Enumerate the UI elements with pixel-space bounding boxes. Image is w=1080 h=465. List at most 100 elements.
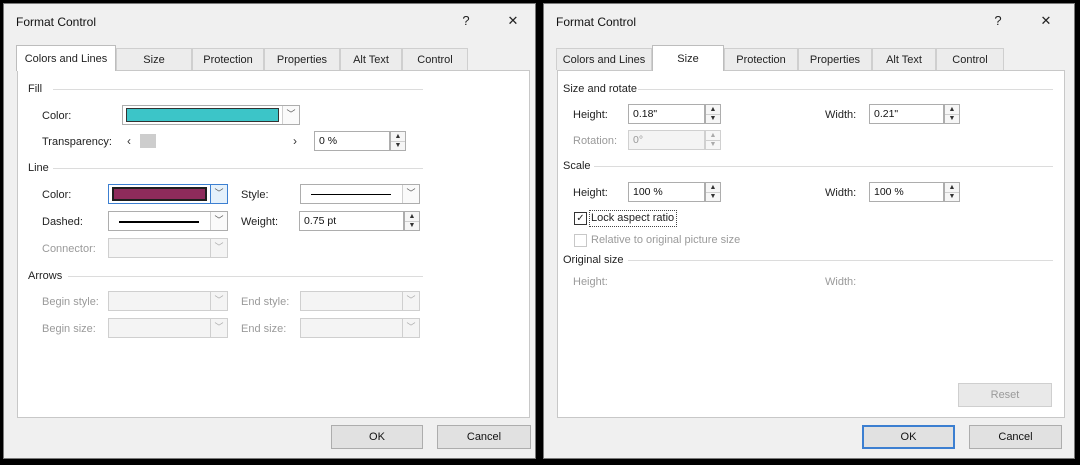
transparency-label: Transparency: [42, 136, 112, 148]
scale-height-label: Height: [573, 187, 608, 199]
line-style-sample [311, 194, 391, 195]
lock-aspect-ratio-label[interactable]: Lock aspect ratio [591, 212, 674, 224]
tab-panel-colors-and-lines: Fill Color: ﹀ Transparency: ‹ › 0 % ▲ ▼ … [17, 70, 530, 418]
begin-style-dropdown: ﹀ [108, 291, 228, 311]
line-weight-input[interactable]: 0.75 pt [299, 211, 404, 231]
size-rotate-section-label: Size and rotate [563, 83, 637, 95]
size-rotate-separator [638, 89, 1053, 90]
help-button[interactable]: ? [454, 10, 478, 32]
begin-size-dropdown: ﹀ [108, 318, 228, 338]
dialog-title: Format Control [556, 15, 637, 29]
help-button[interactable]: ? [986, 10, 1010, 32]
line-color-label: Color: [42, 189, 72, 201]
scroll-left-icon[interactable]: ‹ [122, 132, 136, 150]
original-size-separator [628, 260, 1053, 261]
connector-label: Connector: [42, 243, 96, 255]
lock-aspect-ratio-checkbox[interactable]: ✓ [574, 212, 587, 225]
line-style-dropdown[interactable]: ﹀ [300, 184, 420, 204]
line-dashed-sample [119, 221, 199, 223]
rotation-input: 0° [628, 130, 705, 150]
tab-alt-text[interactable]: Alt Text [872, 48, 936, 70]
tab-colors-and-lines[interactable]: Colors and Lines [16, 45, 116, 71]
tab-colors-and-lines[interactable]: Colors and Lines [556, 48, 652, 70]
original-size-section-label: Original size [563, 254, 624, 266]
reset-button: Reset [958, 383, 1052, 407]
ok-button[interactable]: OK [862, 425, 955, 449]
original-height-label: Height: [573, 276, 608, 288]
close-button[interactable]: ✕ [501, 10, 525, 32]
fill-separator [53, 89, 423, 90]
size-width-label: Width: [825, 109, 857, 121]
arrows-separator [68, 276, 423, 277]
ok-button[interactable]: OK [331, 425, 423, 449]
transparency-spinner[interactable]: ▲ ▼ [390, 131, 406, 151]
tab-properties[interactable]: Properties [798, 48, 872, 70]
size-height-label: Height: [573, 109, 608, 121]
spin-down-icon[interactable]: ▼ [706, 114, 720, 123]
chevron-down-icon: ﹀ [402, 292, 419, 310]
tab-panel-size: Size and rotate Height: 0.18" ▲ ▼ Width:… [557, 70, 1065, 418]
spin-down-icon[interactable]: ▼ [945, 114, 959, 123]
chevron-down-icon: ﹀ [402, 319, 419, 337]
spin-down-icon[interactable]: ▼ [391, 141, 405, 150]
scale-width-input[interactable]: 100 % [869, 182, 944, 202]
spin-down-icon[interactable]: ▼ [945, 192, 959, 201]
format-control-dialog-colors-lines: Format Control ? ✕ Colors and Lines Size… [3, 3, 536, 459]
scale-height-input[interactable]: 100 % [628, 182, 705, 202]
fill-color-label: Color: [42, 110, 72, 122]
fill-color-swatch [126, 108, 279, 122]
tab-control[interactable]: Control [402, 48, 468, 70]
original-width-label: Width: [825, 276, 857, 288]
cancel-button[interactable]: Cancel [969, 425, 1062, 449]
tab-size[interactable]: Size [116, 48, 192, 70]
tab-protection[interactable]: Protection [192, 48, 264, 70]
line-color-swatch [112, 187, 207, 201]
end-style-label: End style: [241, 296, 290, 308]
close-button[interactable]: ✕ [1034, 10, 1058, 32]
scale-section-label: Scale [563, 160, 591, 172]
size-width-spinner[interactable]: ▲ ▼ [944, 104, 960, 124]
line-style-label: Style: [241, 189, 269, 201]
line-color-dropdown[interactable]: ﹀ [108, 184, 228, 204]
line-weight-label: Weight: [241, 216, 279, 228]
begin-size-label: Begin size: [42, 323, 96, 335]
spin-down-icon[interactable]: ▼ [405, 221, 419, 230]
scale-height-spinner[interactable]: ▲ ▼ [705, 182, 721, 202]
format-control-dialog-size: Format Control ? ✕ Colors and Lines Size… [543, 3, 1075, 459]
line-separator [53, 168, 423, 169]
scale-width-spinner[interactable]: ▲ ▼ [944, 182, 960, 202]
spin-down-icon[interactable]: ▼ [706, 192, 720, 201]
fill-section-label: Fill [28, 83, 43, 95]
relative-to-original-checkbox [574, 234, 587, 247]
scale-width-label: Width: [825, 187, 857, 199]
transparency-slider[interactable]: ‹ › [122, 132, 302, 150]
chevron-down-icon: ﹀ [210, 319, 227, 337]
tab-alt-text[interactable]: Alt Text [340, 48, 402, 70]
fill-color-dropdown[interactable]: ﹀ [122, 105, 300, 125]
rotation-spinner: ▲ ▼ [705, 130, 721, 150]
tab-protection[interactable]: Protection [724, 48, 798, 70]
size-width-input[interactable]: 0.21" [869, 104, 944, 124]
tab-size[interactable]: Size [652, 45, 724, 71]
chevron-down-icon: ﹀ [210, 292, 227, 310]
tab-properties[interactable]: Properties [264, 48, 340, 70]
line-dashed-dropdown[interactable]: ﹀ [108, 211, 228, 231]
cancel-button[interactable]: Cancel [437, 425, 531, 449]
scroll-right-icon[interactable]: › [288, 132, 302, 150]
chevron-down-icon: ﹀ [402, 185, 419, 203]
size-height-spinner[interactable]: ▲ ▼ [705, 104, 721, 124]
end-size-label: End size: [241, 323, 287, 335]
chevron-down-icon: ﹀ [282, 106, 299, 124]
chevron-down-icon: ﹀ [210, 185, 227, 203]
line-weight-spinner[interactable]: ▲ ▼ [404, 211, 420, 231]
line-section-label: Line [28, 162, 49, 174]
slider-thumb[interactable] [140, 134, 156, 148]
arrows-section-label: Arrows [28, 270, 63, 282]
dialog-title: Format Control [16, 15, 97, 29]
scale-separator [594, 166, 1053, 167]
chevron-down-icon: ﹀ [210, 212, 227, 230]
tab-control[interactable]: Control [936, 48, 1004, 70]
transparency-input[interactable]: 0 % [314, 131, 390, 151]
rotation-label: Rotation: [573, 135, 618, 147]
size-height-input[interactable]: 0.18" [628, 104, 705, 124]
